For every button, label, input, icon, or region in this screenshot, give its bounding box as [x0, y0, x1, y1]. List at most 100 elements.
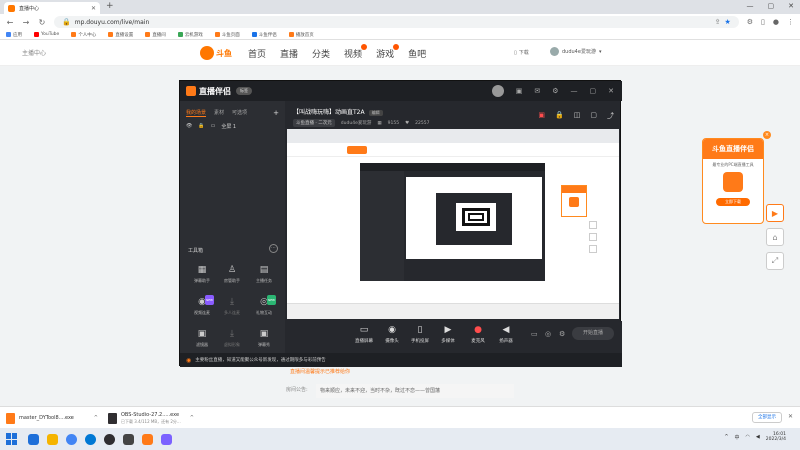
avatar[interactable]: [491, 85, 504, 97]
nav-category[interactable]: 分类: [312, 47, 330, 60]
star-icon[interactable]: ★: [724, 18, 730, 26]
bookmark-item[interactable]: 个人中心: [71, 32, 96, 38]
download-link[interactable]: ▯ 下载: [514, 49, 529, 57]
play-icon[interactable]: ▶: [766, 204, 784, 222]
forward-icon[interactable]: →: [22, 18, 30, 27]
download-item[interactable]: master_DYTool8....exe ^: [6, 410, 98, 426]
stream-title[interactable]: 【叫战嗨玩嗨】动画直T2A 编辑: [293, 107, 383, 116]
reload-icon[interactable]: ↻: [38, 18, 46, 27]
minimize-icon[interactable]: —: [571, 87, 578, 95]
record-icon[interactable]: ▭: [531, 330, 538, 338]
minimize-icon[interactable]: —: [747, 2, 754, 10]
share-icon[interactable]: ⤴: [607, 111, 614, 121]
nav-video[interactable]: 视频: [344, 44, 368, 60]
media-button[interactable]: ▶ 多媒体: [433, 325, 463, 344]
tool-danmaku-show[interactable]: ▣ 弹幕秀: [250, 329, 278, 348]
camera-button[interactable]: ◉ 摄像头: [377, 325, 407, 344]
message-icon[interactable]: ▣: [516, 87, 523, 95]
browser-tab[interactable]: 直播中心 ✕: [4, 2, 100, 14]
square-icon[interactable]: ▢: [590, 111, 597, 121]
chevron-up-icon[interactable]: ^: [724, 434, 728, 440]
settings-icon[interactable]: ⚙: [559, 330, 565, 338]
screen-capture-button[interactable]: ▭ 直播屏幕: [349, 325, 379, 344]
phone-cast-button[interactable]: ▯ 手机投屏: [405, 325, 435, 344]
bookmark-item[interactable]: 播放首页: [288, 32, 314, 38]
bookmark-item[interactable]: 直播设置: [108, 32, 133, 38]
lock-icon[interactable]: 🔒: [555, 111, 564, 121]
nav-live[interactable]: 直播: [280, 47, 298, 60]
search-icon[interactable]: [28, 433, 39, 445]
tab-options[interactable]: 可选项: [232, 109, 247, 117]
resize-icon[interactable]: ⤢: [766, 252, 784, 270]
back-icon[interactable]: ←: [6, 18, 14, 27]
notice-content[interactable]: 物来顺应，未来不迎，当时不杂，既过不恋——曾国藩: [316, 384, 514, 398]
close-window-icon[interactable]: ✕: [788, 2, 794, 10]
bookmark-item[interactable]: 直播间: [145, 32, 166, 38]
home-icon[interactable]: ⌂: [766, 228, 784, 246]
tool-room-admin[interactable]: ♙ 房管助手: [218, 265, 246, 284]
user-menu[interactable]: dudu4e爱玩游 ▾: [550, 47, 601, 56]
scene-item[interactable]: 👁 🔒 ▭ 全屏 1: [186, 123, 279, 130]
tool-danmaku[interactable]: ▦ 弹幕助手: [188, 265, 216, 284]
show-all-downloads-button[interactable]: 全部显示: [752, 412, 782, 423]
microphone-button[interactable]: ● 麦克风: [463, 325, 493, 344]
more-tools-icon[interactable]: ⋯: [269, 244, 278, 253]
windows-start-icon[interactable]: [6, 433, 18, 445]
promo-download-button[interactable]: 立即下载: [716, 198, 750, 206]
eye-icon[interactable]: 👁: [186, 123, 192, 130]
chevron-up-icon[interactable]: ^: [190, 415, 194, 421]
app-icon[interactable]: [161, 433, 172, 445]
maximize-icon[interactable]: ▢: [768, 2, 775, 10]
bookmark-item[interactable]: 应用: [6, 32, 22, 38]
settings-icon[interactable]: ⚙: [552, 87, 558, 95]
lock-icon[interactable]: 🔒: [198, 123, 204, 130]
status-message[interactable]: 主要粉丝直播，知道又能聚公众号新发现，通过期限多与彩前预告: [195, 357, 326, 363]
tool-tasks[interactable]: ▤ 主播任务: [250, 265, 278, 284]
promo-close-icon[interactable]: ×: [763, 131, 771, 139]
edge-icon[interactable]: [85, 433, 96, 445]
download-item[interactable]: OBS-Studio-27.2.....exe 已下载 3.4/112 MB，还有…: [108, 410, 194, 426]
start-live-button[interactable]: 开始直播: [572, 327, 614, 340]
obs-icon[interactable]: [104, 433, 115, 445]
version-tag[interactable]: 标签: [236, 87, 252, 95]
menu-icon[interactable]: ⋮: [787, 18, 794, 26]
tool-avatar[interactable]: ⤓ 虚拟形象: [218, 329, 246, 348]
sidepanel-icon[interactable]: ▯: [761, 18, 765, 26]
mail-icon[interactable]: ✉: [534, 87, 540, 95]
edit-title-button[interactable]: 编辑: [368, 110, 383, 116]
wifi-icon[interactable]: ◠: [746, 434, 750, 440]
tab-assets[interactable]: 素材: [214, 109, 224, 117]
tool-filter[interactable]: ▣ 滤镜器: [188, 329, 216, 348]
terminal-icon[interactable]: [123, 433, 134, 445]
tool-video-link[interactable]: ◉ NEW 视频连麦: [188, 295, 216, 316]
nav-game[interactable]: 游戏: [376, 44, 400, 60]
share-icon[interactable]: ⇪: [715, 18, 721, 26]
omnibox[interactable]: 🔒 mp.douyu.com/live/main ⇪ ★: [54, 16, 739, 28]
gift-box-icon[interactable]: ▣: [538, 111, 545, 121]
bookmark-item[interactable]: 斗鱼页面: [214, 32, 240, 38]
bookmark-item[interactable]: 云机游戏: [177, 32, 203, 38]
volume-icon[interactable]: ◀: [756, 434, 760, 440]
chrome-icon[interactable]: [66, 433, 77, 445]
language-indicator[interactable]: 中: [735, 434, 740, 441]
speaker-button[interactable]: ◀ 扬声器: [491, 325, 521, 344]
bookmark-item[interactable]: YouTube: [34, 32, 59, 37]
stream-preview[interactable]: [287, 129, 619, 319]
close-icon[interactable]: ✕: [788, 413, 793, 420]
tool-gift[interactable]: ◎ NEW 礼物互动: [250, 295, 278, 316]
bookmark-item[interactable]: 斗鱼伴侣: [251, 32, 277, 38]
close-tab-icon[interactable]: ✕: [91, 5, 96, 12]
lock-icon[interactable]: 🔒: [62, 18, 71, 26]
camera-flip-icon[interactable]: ◫: [574, 111, 581, 121]
add-scene-button[interactable]: +: [273, 109, 279, 117]
douyu-companion-icon[interactable]: [142, 433, 153, 445]
clock[interactable]: 16:01 2022/3/4: [766, 432, 786, 442]
tab-my-scenes[interactable]: 我的场景: [186, 109, 207, 117]
profile-icon[interactable]: ●: [773, 18, 779, 26]
file-explorer-icon[interactable]: [47, 433, 58, 445]
chevron-up-icon[interactable]: ^: [94, 415, 98, 421]
nav-yuba[interactable]: 鱼吧: [408, 47, 426, 60]
maximize-icon[interactable]: ▢: [590, 87, 597, 95]
category-badge[interactable]: 斗鱼直播 · 二次元: [293, 119, 335, 127]
extension-icon[interactable]: ⚙: [747, 18, 753, 26]
